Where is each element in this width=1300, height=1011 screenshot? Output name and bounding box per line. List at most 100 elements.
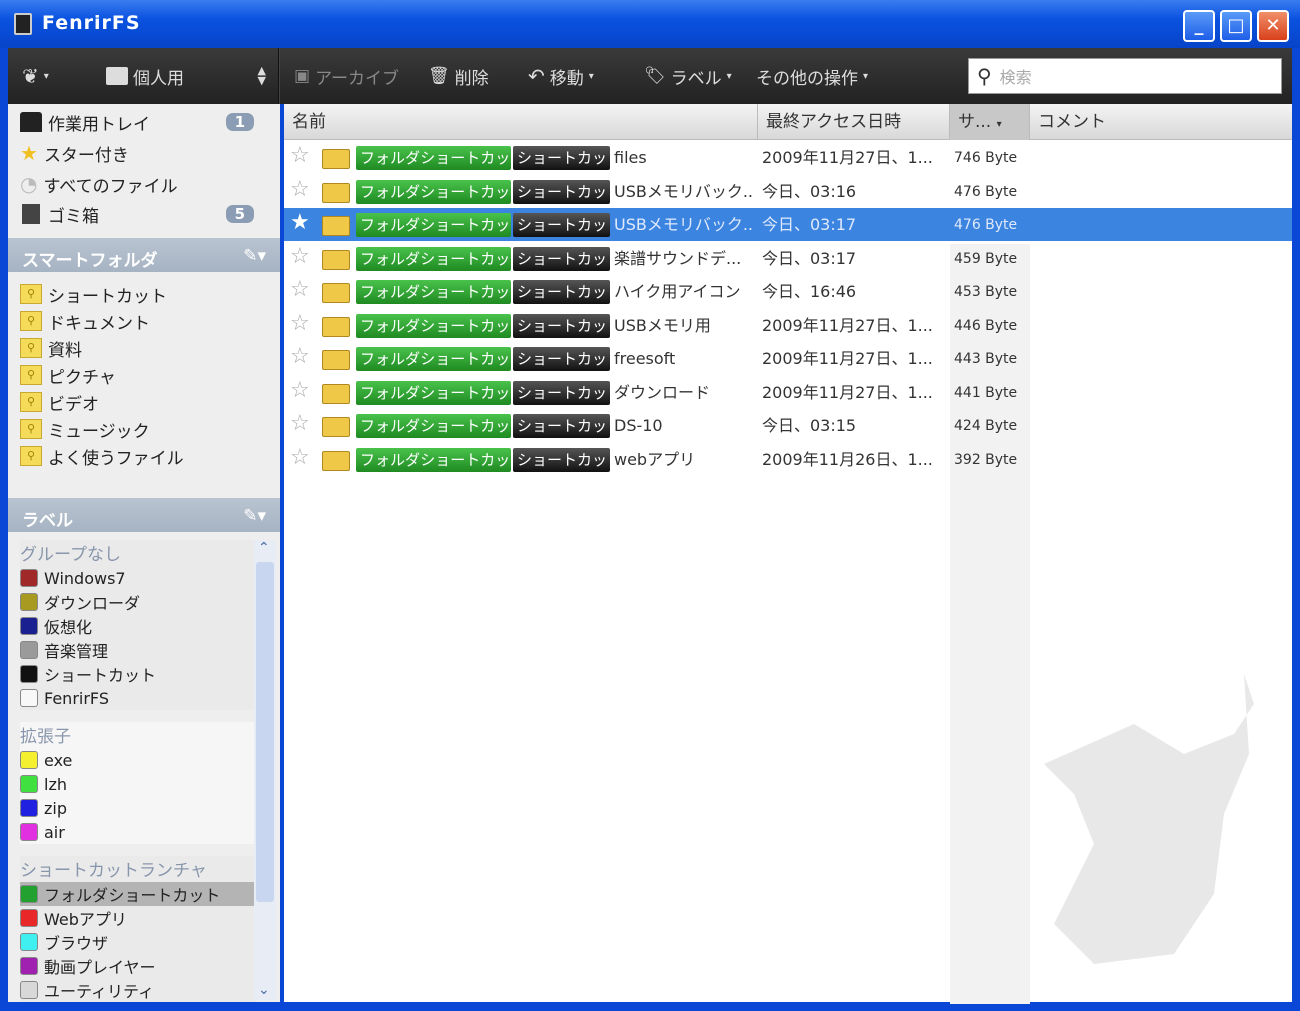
smart-folder-item[interactable]: ⚲ よく使うファイル [20, 442, 268, 470]
search-input[interactable]: ⚲ 検索 [968, 58, 1282, 94]
item-label: ビデオ [48, 394, 99, 415]
label-tag-folder-shortcut[interactable]: フォルダショートカット [356, 380, 511, 405]
label-item[interactable]: Windows7 [20, 566, 256, 590]
column-size[interactable]: サ... ▾ [950, 104, 1030, 140]
move-button[interactable]: ↶ 移動 ▾ [528, 64, 594, 89]
table-row[interactable]: ☆ フォルダショートカット ショートカット webアプリ 2009年11月26日… [284, 443, 1292, 476]
scroll-down-icon[interactable]: ⌄ [258, 982, 270, 998]
star-icon[interactable]: ☆ [290, 244, 310, 269]
label-tag-shortcut[interactable]: ショートカット [513, 447, 610, 472]
label-item[interactable]: FenrirFS [20, 686, 256, 710]
label-tag-folder-shortcut[interactable]: フォルダショートカット [356, 280, 511, 304]
label-item[interactable]: Webアプリ [20, 906, 256, 930]
label-tag-shortcut[interactable]: ショートカット [513, 313, 610, 338]
table-row[interactable]: ☆ フォルダショートカット ショートカット USBメモリ用 2009年11月27… [284, 309, 1292, 342]
star-icon[interactable]: ☆ [290, 177, 310, 202]
label-tag-shortcut[interactable]: ショートカット [513, 146, 610, 170]
archive-label: アーカイブ [315, 68, 400, 89]
label-tag-folder-shortcut[interactable]: フォルダショートカット [356, 347, 511, 371]
item-label: ショートカット [44, 666, 157, 685]
profile-select[interactable]: 個人用 ▲ ▼ [106, 64, 266, 89]
smart-folder-item[interactable]: ⚲ ピクチャ [20, 361, 268, 389]
label-color-swatch [20, 775, 38, 793]
column-comment[interactable]: コメント [1030, 104, 1292, 140]
star-icon[interactable]: ☆ [290, 143, 310, 168]
table-row[interactable]: ☆ フォルダショートカット ショートカット DS-10 今日、03:15 424… [284, 409, 1292, 442]
smart-folder-header[interactable]: スマートフォルダ ✎▾ [8, 238, 280, 272]
label-item[interactable]: フォルダショートカット [20, 882, 256, 906]
label-tag-shortcut[interactable]: ショートカット [513, 380, 610, 405]
label-header[interactable]: ラベル ✎▾ [8, 498, 280, 532]
column-date[interactable]: 最終アクセス日時 [758, 104, 950, 140]
label-item[interactable]: 動画プレイヤー [20, 954, 256, 978]
table-row[interactable]: ☆ フォルダショートカット ショートカット USBメモリバック... 今日、03… [284, 175, 1292, 208]
label-tag-shortcut[interactable]: ショートカット [513, 347, 610, 371]
smart-folder-item[interactable]: ⚲ ドキュメント [20, 307, 268, 335]
column-name[interactable]: 名前 [284, 104, 758, 140]
smart-folder-item[interactable]: ⚲ ミュージック [20, 415, 268, 443]
toolbar-divider [278, 48, 280, 104]
label-tag-folder-shortcut[interactable]: フォルダショートカット [356, 414, 511, 438]
table-row[interactable]: ☆ フォルダショートカット ショートカット files 2009年11月27日、… [284, 141, 1292, 174]
item-label: フォルダショートカット [44, 886, 221, 905]
smart-folder-item[interactable]: ⚲ ショートカット [20, 280, 268, 308]
item-label: ドキュメント [48, 313, 150, 334]
label-scrollbar[interactable]: ⌃ ⌄ [254, 540, 276, 1000]
label-item[interactable]: 音楽管理 [20, 638, 256, 662]
label-tag-folder-shortcut[interactable]: フォルダショートカット [356, 447, 511, 472]
star-icon[interactable]: ☆ [290, 277, 310, 302]
label-tag-shortcut[interactable]: ショートカット [513, 414, 610, 438]
label-item[interactable]: ユーティリティ [20, 978, 256, 1002]
label-tag-folder-shortcut[interactable]: フォルダショートカット [356, 213, 511, 237]
smart-folder-item[interactable]: ⚲ 資料 [20, 334, 268, 362]
label-tag-shortcut[interactable]: ショートカット [513, 213, 610, 237]
label-item[interactable]: zip [20, 796, 256, 820]
label-tag-folder-shortcut[interactable]: フォルダショートカット [356, 146, 511, 170]
label-item[interactable]: ダウンローダ [20, 590, 256, 614]
scroll-up-icon[interactable]: ⌃ [258, 540, 270, 556]
app-menu-button[interactable]: ❦ ▾ [22, 64, 49, 88]
folder-shortcut-icon [322, 182, 350, 203]
label-tag-shortcut[interactable]: ショートカット [513, 179, 610, 204]
sidebar-item-trash[interactable]: ゴミ箱 5 [20, 200, 268, 228]
label-color-swatch [20, 617, 38, 635]
label-button[interactable]: 🏷 ラベル ▾ [644, 64, 732, 89]
sidebar-item-all-files[interactable]: ◔ すべてのファイル [20, 170, 268, 198]
label-item[interactable]: exe [20, 748, 256, 772]
label-tag-folder-shortcut[interactable]: フォルダショートカット [356, 246, 511, 271]
star-icon[interactable]: ☆ [290, 445, 310, 470]
table-row[interactable]: ★ フォルダショートカット ショートカット USBメモリバック... 今日、03… [284, 208, 1292, 241]
more-actions-button[interactable]: その他の操作 ▾ [756, 64, 868, 89]
label-tag-shortcut[interactable]: ショートカット [513, 280, 610, 304]
table-row[interactable]: ☆ フォルダショートカット ショートカット ダウンロード 2009年11月27日… [284, 376, 1292, 409]
item-label: Windows7 [44, 568, 126, 588]
label-item[interactable]: ショートカット [20, 662, 256, 686]
sidebar-item-work-tray[interactable]: 作業用トレイ 1 [20, 108, 268, 136]
sidebar-item-starred[interactable]: ★ スター付き [20, 139, 268, 167]
star-icon[interactable]: ★ [290, 210, 310, 235]
close-button[interactable]: ✕ [1257, 10, 1289, 42]
maximize-button[interactable]: □ [1220, 10, 1252, 42]
label-tag-folder-shortcut[interactable]: フォルダショートカット [356, 179, 511, 204]
star-icon[interactable]: ☆ [290, 344, 310, 369]
label-item[interactable]: lzh [20, 772, 256, 796]
edit-icon[interactable]: ✎▾ [243, 246, 266, 266]
star-icon[interactable]: ☆ [290, 311, 310, 336]
table-row[interactable]: ☆ フォルダショートカット ショートカット 楽譜サウンドデ... 今日、03:1… [284, 242, 1292, 275]
fenrir-watermark [1044, 674, 1254, 964]
edit-icon[interactable]: ✎▾ [243, 506, 266, 526]
table-row[interactable]: ☆ フォルダショートカット ショートカット ハイク用アイコン 今日、16:46 … [284, 275, 1292, 308]
label-tag-shortcut[interactable]: ショートカット [513, 246, 610, 271]
label-item[interactable]: 仮想化 [20, 614, 256, 638]
minimize-button[interactable]: _ [1183, 10, 1215, 42]
archive-button[interactable]: ▣ アーカイブ [294, 64, 400, 89]
scrollbar-thumb[interactable] [256, 562, 274, 902]
label-item[interactable]: air [20, 820, 256, 844]
star-icon[interactable]: ☆ [290, 378, 310, 403]
label-item[interactable]: ブラウザ [20, 930, 256, 954]
smart-folder-item[interactable]: ⚲ ビデオ [20, 388, 268, 416]
star-icon[interactable]: ☆ [290, 411, 310, 436]
label-tag-folder-shortcut[interactable]: フォルダショートカット [356, 313, 511, 338]
delete-button[interactable]: 🗑 削除 [428, 64, 489, 89]
table-row[interactable]: ☆ フォルダショートカット ショートカット freesoft 2009年11月2… [284, 342, 1292, 375]
